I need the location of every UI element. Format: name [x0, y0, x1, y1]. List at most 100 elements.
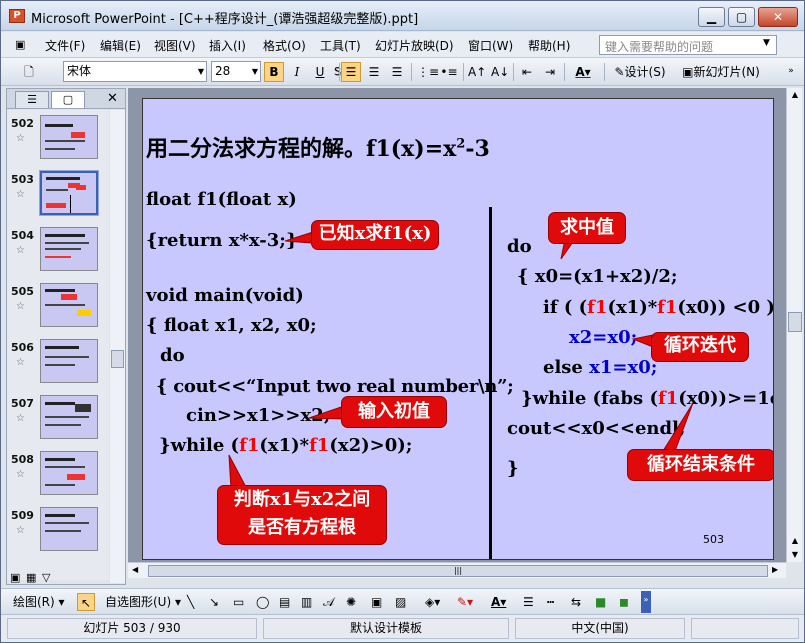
- align-right-icon[interactable]: ☰: [387, 62, 407, 82]
- menu-edit[interactable]: 编辑(E): [100, 37, 141, 54]
- tab-slides[interactable]: ▢: [51, 91, 85, 108]
- scroll-thumb[interactable]: [788, 312, 802, 332]
- close-button[interactable]: ✕: [758, 7, 798, 27]
- line-style-icon[interactable]: ☰: [523, 593, 534, 611]
- increase-indent-icon[interactable]: ⇥: [540, 62, 560, 82]
- menu-file[interactable]: 文件(F): [45, 37, 85, 54]
- slide-page-number: 503: [703, 533, 724, 546]
- document-menu-icon[interactable]: ▣: [15, 38, 25, 51]
- textbox-icon[interactable]: ▤: [279, 593, 290, 611]
- slide-thumbnail[interactable]: 505 ☆: [7, 278, 109, 334]
- select-pointer-icon[interactable]: ↖: [77, 593, 95, 611]
- new-document-icon[interactable]: 🗋: [17, 62, 41, 82]
- thumbnails-scrollbar[interactable]: [110, 110, 125, 583]
- align-left-icon[interactable]: ☰: [341, 62, 361, 82]
- powerpoint-app-icon[interactable]: P: [9, 9, 25, 23]
- slide-canvas[interactable]: 用二分法求方程的解。f1(x)=x2-3 float f1(float x) {…: [142, 98, 774, 560]
- slide-thumbnail-selected[interactable]: 503 ☆: [7, 166, 109, 222]
- title-bar[interactable]: P Microsoft PowerPoint - [C++程序设计_(谭浩强超级…: [1, 1, 804, 31]
- tab-outline[interactable]: ☰: [15, 91, 49, 108]
- bullets-icon[interactable]: •≡: [439, 62, 459, 82]
- slide-thumbnail[interactable]: 506 ☆: [7, 334, 109, 390]
- line-color-icon[interactable]: ✎▾: [457, 593, 473, 611]
- menu-help[interactable]: 帮助(H): [528, 37, 570, 54]
- slide-thumbnail[interactable]: 504 ☆: [7, 222, 109, 278]
- dash-style-icon[interactable]: ┅: [547, 593, 554, 611]
- callout-loop-end[interactable]: 循环结束条件: [627, 449, 773, 481]
- powerpoint-window: P Microsoft PowerPoint - [C++程序设计_(谭浩强超级…: [0, 0, 805, 643]
- chevron-down-icon: ▼: [251, 67, 258, 76]
- pane-close-icon[interactable]: ✕: [107, 91, 118, 106]
- normal-view-icon[interactable]: ▣: [10, 571, 20, 584]
- slide-thumbnail[interactable]: 502 ☆: [7, 110, 109, 166]
- star-icon: ☆: [16, 413, 25, 424]
- diagram-icon[interactable]: ✺: [346, 593, 356, 611]
- menu-format[interactable]: 格式(O): [263, 37, 306, 54]
- arrow-style-icon[interactable]: ⇆: [571, 593, 581, 611]
- autoshapes-menu-button[interactable]: 自选图形(U) ▾: [105, 593, 181, 611]
- clipart-icon[interactable]: ▣: [371, 593, 382, 611]
- slide-thumbnail[interactable]: 507 ☆: [7, 390, 109, 446]
- increase-font-icon[interactable]: A↑: [467, 62, 487, 82]
- rectangle-icon[interactable]: ▭: [233, 593, 244, 611]
- toolbar-options-icon[interactable]: »: [784, 62, 798, 82]
- new-slide-button[interactable]: ▣新幻灯片(N): [676, 62, 766, 82]
- next-slide-icon[interactable]: ▼: [788, 548, 802, 562]
- font-size-select[interactable]: 28 ▼: [211, 61, 261, 82]
- scroll-up-icon[interactable]: ▲: [788, 88, 802, 102]
- callout-known-x[interactable]: 已知x求f1(x): [311, 220, 439, 250]
- previous-slide-icon[interactable]: ▲: [788, 534, 802, 548]
- status-bar: 幻灯片 503 / 930 默认设计模板 中文(中国): [1, 614, 804, 642]
- underline-button[interactable]: U: [310, 62, 330, 82]
- callout-midpoint[interactable]: 求中值: [548, 212, 626, 244]
- chevron-down-icon: ▼: [197, 67, 204, 76]
- design-button[interactable]: ✎设计(S): [609, 62, 671, 82]
- menu-insert[interactable]: 插入(I): [209, 37, 246, 54]
- slide-thumbnail[interactable]: 508 ☆: [7, 446, 109, 502]
- wordart-icon[interactable]: 𝒜: [323, 593, 334, 611]
- scroll-left-icon[interactable]: ◀: [132, 565, 138, 574]
- vertical-textbox-icon[interactable]: ▥: [301, 593, 312, 611]
- maximize-button[interactable]: ▢: [728, 7, 755, 27]
- font-color-icon[interactable]: A▾: [568, 62, 598, 82]
- slide-vertical-scrollbar[interactable]: ▲ ▲ ▼: [786, 88, 802, 562]
- slides-pane: ☰ ▢ ✕ 502 ☆ 503 ☆ 504 ☆ 505 ☆ 506 ☆ 507 …: [6, 88, 126, 585]
- slide-sorter-icon[interactable]: ▦: [26, 571, 36, 584]
- menu-slideshow[interactable]: 幻灯片放映(D): [375, 37, 454, 54]
- font-name-select[interactable]: 宋体 ▼: [63, 61, 207, 82]
- menu-window[interactable]: 窗口(W): [468, 37, 513, 54]
- align-center-icon[interactable]: ☰: [364, 62, 384, 82]
- callout-judge-root[interactable]: 判断x1与x2之间 是否有方程根: [217, 485, 387, 545]
- arrow-icon[interactable]: ↘: [209, 593, 219, 611]
- menu-view[interactable]: 视图(V): [154, 37, 196, 54]
- help-search-input[interactable]: 键入需要帮助的问题: [599, 35, 777, 55]
- decrease-font-icon[interactable]: A↓: [490, 62, 510, 82]
- callout-input-initial[interactable]: 输入初值: [341, 396, 447, 428]
- scroll-right-icon[interactable]: ▶: [772, 565, 778, 574]
- slide-thumbnails: 502 ☆ 503 ☆ 504 ☆ 505 ☆ 506 ☆ 507 ☆ 508 …: [7, 110, 109, 580]
- line-icon[interactable]: ╲: [187, 593, 194, 611]
- star-icon: ☆: [16, 469, 25, 480]
- oval-icon[interactable]: ◯: [256, 593, 269, 611]
- menu-tools[interactable]: 工具(T): [320, 37, 361, 54]
- callout-iterate[interactable]: 循环迭代: [651, 332, 749, 362]
- 3d-style-icon[interactable]: ◼: [619, 593, 629, 611]
- fill-color-icon[interactable]: ◈▾: [425, 593, 440, 611]
- status-design-template[interactable]: 默认设计模板: [263, 618, 509, 639]
- minimize-button[interactable]: ▁: [698, 7, 725, 27]
- italic-button[interactable]: I: [287, 62, 307, 82]
- scroll-thumb[interactable]: |||: [148, 565, 768, 577]
- help-dropdown-icon[interactable]: ▼: [763, 38, 770, 48]
- slideshow-view-icon[interactable]: ▽: [42, 571, 50, 584]
- bold-button[interactable]: B: [264, 62, 284, 82]
- font-color-draw-icon[interactable]: A▾: [491, 593, 506, 611]
- window-title: Microsoft PowerPoint - [C++程序设计_(谭浩强超级完整…: [31, 12, 419, 27]
- numbering-icon[interactable]: ⋮≡: [416, 62, 439, 82]
- picture-icon[interactable]: ▨: [395, 593, 406, 611]
- shadow-style-icon[interactable]: ■: [595, 593, 606, 611]
- slide-horizontal-scrollbar[interactable]: ◀ ||| ▶: [128, 562, 786, 578]
- slide-thumbnail[interactable]: 509 ☆: [7, 502, 109, 558]
- toolbar-options-icon[interactable]: »: [641, 591, 651, 613]
- draw-menu-button[interactable]: 绘图(R) ▾: [13, 593, 65, 611]
- decrease-indent-icon[interactable]: ⇤: [517, 62, 537, 82]
